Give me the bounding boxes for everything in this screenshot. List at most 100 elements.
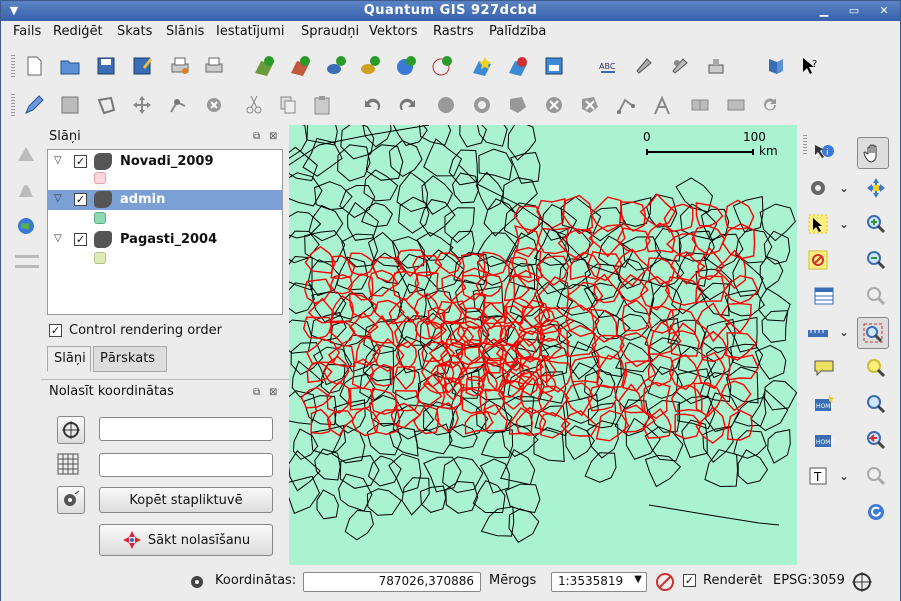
- save-project-icon[interactable]: [93, 53, 119, 79]
- collapse-icon[interactable]: ▽: [54, 193, 62, 204]
- split-features-icon[interactable]: [649, 92, 675, 118]
- measure-line-icon[interactable]: [805, 319, 831, 345]
- identify-features-icon[interactable]: i: [811, 139, 837, 165]
- help-book-icon[interactable]: [763, 53, 789, 79]
- delete-selected-icon[interactable]: [201, 92, 227, 118]
- redo-icon[interactable]: [395, 92, 421, 118]
- attribute-table-icon[interactable]: [811, 283, 837, 309]
- undo-icon[interactable]: [359, 92, 385, 118]
- merge-features-icon[interactable]: [687, 92, 713, 118]
- add-wms-layer-icon[interactable]: [393, 53, 419, 79]
- tab-layers[interactable]: Slāņi: [47, 346, 91, 372]
- coordinate-mouse-icon[interactable]: [189, 573, 207, 591]
- show-bookmarks-icon[interactable]: HOME: [811, 427, 837, 453]
- menu-plugins[interactable]: Spraudņi: [301, 24, 359, 39]
- whats-this-icon[interactable]: ?: [797, 53, 823, 79]
- merge-attributes-icon[interactable]: [723, 92, 749, 118]
- print-icon[interactable]: [201, 53, 227, 79]
- dropdown-arrow-icon[interactable]: ⌄: [839, 469, 849, 483]
- crs-select-button[interactable]: [57, 416, 85, 444]
- add-raster-layer-icon[interactable]: [251, 53, 277, 79]
- layer-row-pagasti[interactable]: ▽ ✓ Pagasti_2004: [48, 230, 282, 250]
- new-bookmark-icon[interactable]: HOME: [811, 391, 837, 417]
- add-spatialite-layer-icon[interactable]: [357, 53, 383, 79]
- start-capture-button[interactable]: Sākt nolasīšanu: [99, 524, 273, 556]
- minimize-icon[interactable]: ▁: [817, 4, 831, 18]
- dropdown-arrow-icon[interactable]: ⌄: [839, 217, 849, 231]
- layer-visibility-checkbox[interactable]: ✓: [74, 233, 87, 246]
- save-as-icon[interactable]: [129, 53, 155, 79]
- toolbar-grip[interactable]: [803, 135, 807, 155]
- simplify-feature-icon[interactable]: [433, 92, 459, 118]
- delete-part-icon[interactable]: [577, 92, 603, 118]
- new-project-icon[interactable]: [21, 53, 47, 79]
- maximize-icon[interactable]: ▭: [847, 4, 861, 18]
- pan-map-icon[interactable]: [857, 137, 889, 169]
- coordinates-field[interactable]: 787026,370886: [303, 572, 481, 592]
- layer-row-admin[interactable]: ▽ ✓ admin: [48, 190, 282, 210]
- collapse-icon[interactable]: ▽: [54, 155, 62, 166]
- raster-calculator-icon[interactable]: [541, 53, 567, 79]
- menu-help[interactable]: Palīdzība: [489, 24, 546, 39]
- close-dock-icon[interactable]: ⊠: [269, 387, 277, 398]
- add-feature-icon[interactable]: [93, 92, 119, 118]
- node-tool-icon[interactable]: [165, 92, 191, 118]
- float-dock-icon[interactable]: ⧉: [253, 387, 260, 398]
- layer-row-novadi[interactable]: ▽ ✓ Novadi_2009: [48, 152, 282, 172]
- zoom-back-icon[interactable]: [863, 427, 889, 453]
- menu-view[interactable]: Skats: [117, 24, 152, 39]
- remove-layer-icon[interactable]: [505, 53, 531, 79]
- select-features-icon[interactable]: [805, 211, 831, 237]
- coord-field-1[interactable]: [99, 417, 273, 441]
- render-checkbox[interactable]: ✓: [683, 574, 696, 587]
- stop-render-icon[interactable]: [655, 572, 675, 592]
- run-action-icon[interactable]: [805, 175, 831, 201]
- new-vector-layer-icon[interactable]: [469, 53, 495, 79]
- map-canvas[interactable]: 0 100 km: [289, 125, 797, 565]
- tab-overview[interactable]: Pārskats: [93, 346, 167, 372]
- control-rendering-checkbox[interactable]: ✓: [49, 324, 62, 337]
- copy-to-clipboard-button[interactable]: Kopēt stapliktuvē: [99, 487, 273, 513]
- add-ring-icon[interactable]: [469, 92, 495, 118]
- menu-edit[interactable]: Rediģēt: [53, 24, 103, 39]
- float-dock-icon[interactable]: ⧉: [253, 131, 260, 142]
- coord-capture-button[interactable]: [57, 486, 85, 514]
- text-annotation-icon[interactable]: T: [805, 463, 831, 489]
- copy-features-icon[interactable]: [275, 92, 301, 118]
- map-tips-icon[interactable]: [811, 355, 837, 381]
- deselect-features-icon[interactable]: [805, 247, 831, 273]
- close-icon[interactable]: ✕: [877, 4, 891, 18]
- crs-status-icon[interactable]: [851, 571, 873, 593]
- delete-ring-icon[interactable]: [541, 92, 567, 118]
- collapse-icon[interactable]: ▽: [54, 233, 62, 244]
- plugin-icon-1[interactable]: [631, 53, 657, 79]
- label-abc-icon[interactable]: ABC: [595, 53, 621, 79]
- layer-visibility-checkbox[interactable]: ✓: [74, 155, 87, 168]
- zoom-next-icon[interactable]: [863, 391, 889, 417]
- menu-vector[interactable]: Vektors: [369, 24, 418, 39]
- paste-features-icon[interactable]: [309, 92, 335, 118]
- gps-tool-icon[interactable]: [13, 141, 39, 167]
- menu-layer[interactable]: Slānis: [166, 24, 204, 39]
- save-edits-icon[interactable]: [57, 92, 83, 118]
- layer-visibility-checkbox[interactable]: ✓: [74, 193, 87, 206]
- toolbar-grip[interactable]: [11, 55, 15, 77]
- crs-label[interactable]: EPSG:3059: [773, 573, 845, 588]
- refresh-map-icon[interactable]: [863, 499, 889, 525]
- close-dock-icon[interactable]: ⊠: [269, 131, 277, 142]
- open-project-icon[interactable]: [57, 53, 83, 79]
- toolbar-grip[interactable]: [11, 94, 15, 116]
- zoom-out-icon[interactable]: [863, 247, 889, 273]
- menu-file[interactable]: Fails: [13, 24, 41, 39]
- rotate-symbols-icon[interactable]: [757, 92, 783, 118]
- dropdown-arrow-icon[interactable]: ⌄: [839, 181, 849, 195]
- menu-settings[interactable]: Iestatījumi: [216, 24, 285, 39]
- zoom-full-icon[interactable]: [863, 283, 889, 309]
- add-part-icon[interactable]: [505, 92, 531, 118]
- add-vector-layer-icon[interactable]: [287, 53, 313, 79]
- move-feature-icon[interactable]: [129, 92, 155, 118]
- zoom-to-layer-icon[interactable]: [857, 317, 889, 349]
- toggle-edit-icon[interactable]: [21, 92, 47, 118]
- zoom-last-icon[interactable]: [863, 355, 889, 381]
- reshape-features-icon[interactable]: [613, 92, 639, 118]
